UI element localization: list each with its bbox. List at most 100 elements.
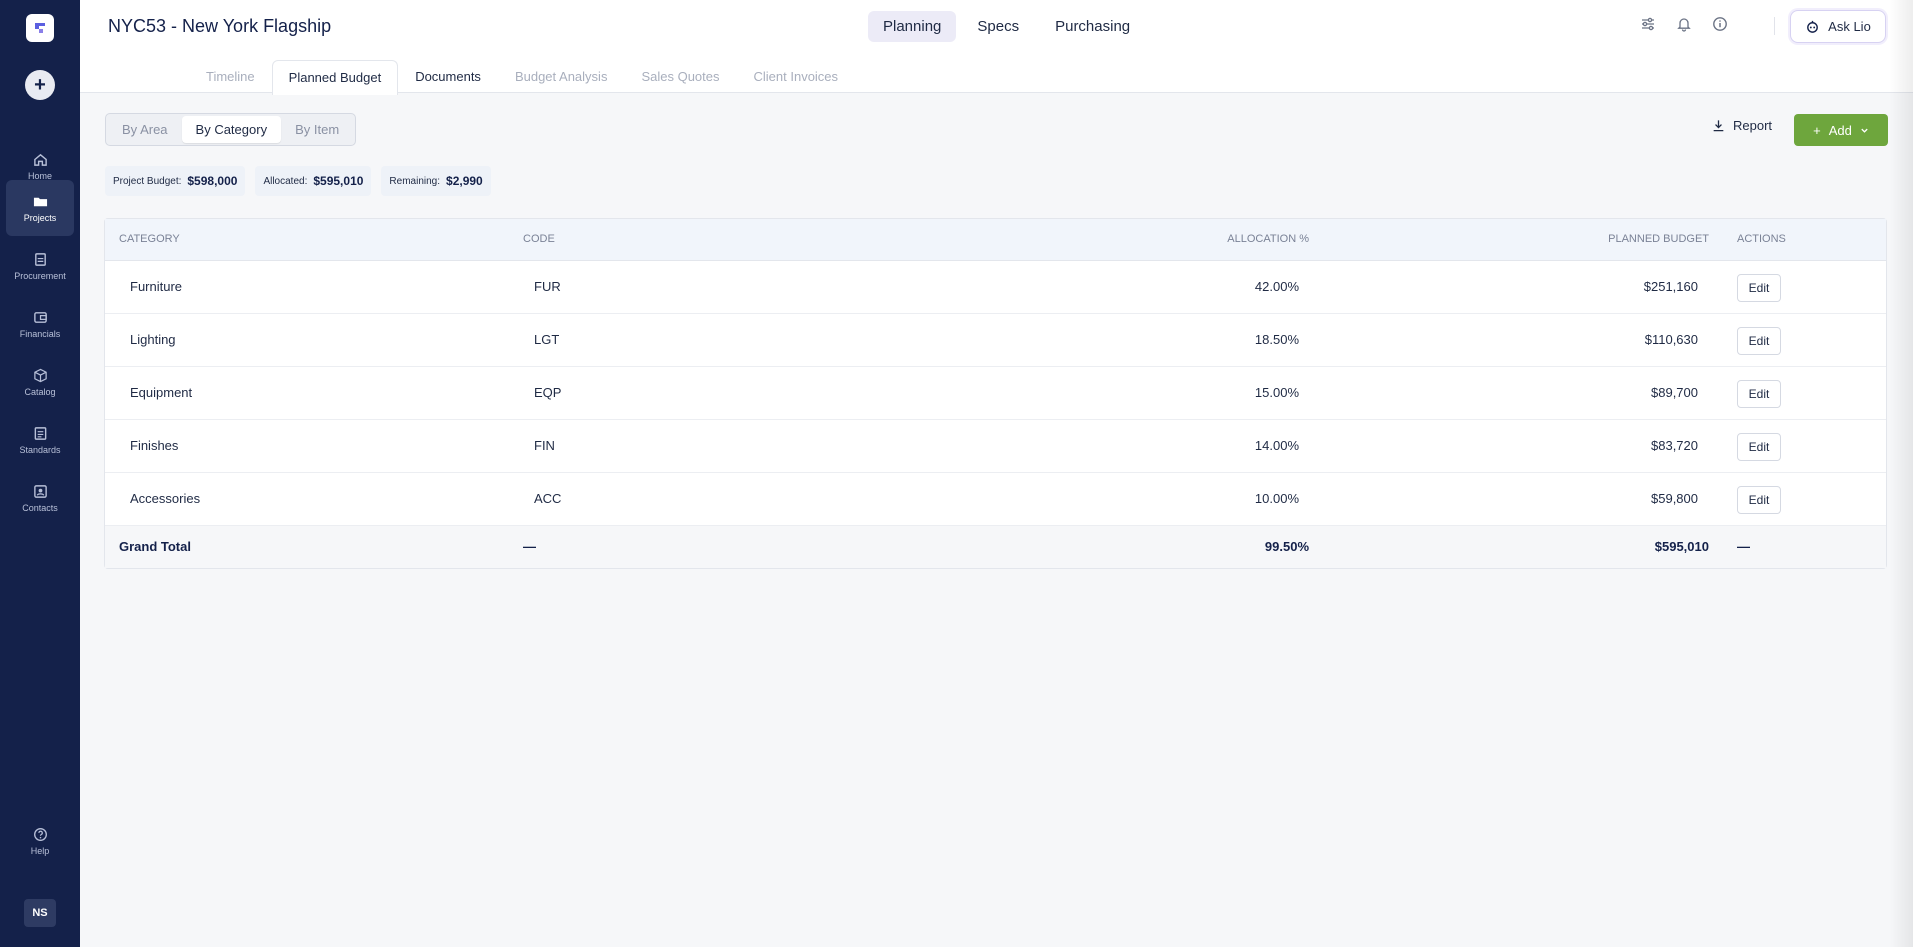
cell-allocation: 10.00% bbox=[1254, 491, 1299, 506]
toggle-by-category[interactable]: By Category bbox=[181, 116, 282, 143]
ask-lio-button[interactable]: Ask Lio bbox=[1790, 10, 1886, 43]
document-icon bbox=[34, 426, 46, 440]
header: NYC53 - New York Flagship Planning Specs… bbox=[80, 0, 1913, 95]
chevron-down-icon bbox=[1861, 128, 1868, 133]
cell-category: Accessories bbox=[130, 491, 201, 506]
sidebar-item-label: Contacts bbox=[22, 502, 58, 513]
plus-icon: + bbox=[1813, 122, 1821, 138]
page-title: NYC53 - New York Flagship bbox=[108, 16, 332, 36]
cell-category: Lighting bbox=[130, 332, 176, 347]
column-header-category[interactable]: CATEGORY bbox=[119, 233, 180, 245]
cell-code: FUR bbox=[534, 279, 561, 294]
cell-code: ACC bbox=[534, 491, 562, 506]
column-header-planned-budget[interactable]: PLANNED BUDGET bbox=[1608, 233, 1709, 245]
edit-button[interactable]: Edit bbox=[1737, 380, 1781, 408]
column-header-allocation[interactable]: ALLOCATION % bbox=[1227, 233, 1309, 245]
stat-value: $2,990 bbox=[446, 174, 483, 188]
report-label: Report bbox=[1733, 118, 1773, 133]
edge-shadow bbox=[1889, 0, 1913, 947]
stat-allocated: Allocated: $595,010 bbox=[255, 166, 372, 196]
sidebar-item-catalog[interactable]: Catalog bbox=[6, 354, 74, 410]
procurement-icon bbox=[34, 252, 46, 266]
table-row: Finishes FIN 14.00% $83,720 Edit bbox=[105, 420, 1886, 473]
cell-planned-budget: $110,630 bbox=[1644, 332, 1698, 347]
sidebar-item-label: Financials bbox=[19, 328, 61, 339]
stat-remaining: Remaining: $2,990 bbox=[381, 166, 491, 196]
folder-icon bbox=[33, 197, 47, 206]
table-row: Accessories ACC 10.00% $59,800 Edit bbox=[105, 473, 1886, 526]
wallet-icon bbox=[33, 311, 47, 323]
avatar[interactable]: NS bbox=[24, 899, 56, 927]
total-code: — bbox=[523, 539, 536, 554]
stat-value: $598,000 bbox=[187, 174, 238, 188]
app-logo[interactable] bbox=[26, 14, 54, 42]
create-button[interactable]: + bbox=[25, 70, 55, 100]
tab-timeline[interactable]: Timeline bbox=[189, 59, 272, 94]
table-header: CATEGORY CODE ALLOCATION % PLANNED BUDGE… bbox=[105, 219, 1886, 261]
sidebar-item-label: Catalog bbox=[24, 386, 56, 397]
sub-tabs: Timeline Planned Budget Documents Budget… bbox=[189, 59, 856, 95]
info-icon[interactable] bbox=[1712, 16, 1728, 32]
tab-planned-budget[interactable]: Planned Budget bbox=[271, 60, 399, 95]
column-header-actions: ACTIONS bbox=[1737, 233, 1786, 245]
help-icon bbox=[33, 827, 47, 841]
tab-specs[interactable]: Specs bbox=[962, 11, 1034, 42]
tab-documents[interactable]: Documents bbox=[398, 59, 498, 94]
sidebar-item-financials[interactable]: Financials bbox=[6, 296, 74, 352]
sidebar-item-procurement[interactable]: Procurement bbox=[6, 238, 74, 294]
tab-purchasing[interactable]: Purchasing bbox=[1040, 11, 1145, 42]
edit-button[interactable]: Edit bbox=[1737, 327, 1781, 355]
sidebar-item-label: Standards bbox=[19, 444, 61, 455]
table-row: Equipment EQP 15.00% $89,700 Edit bbox=[105, 367, 1886, 420]
tab-sales-quotes[interactable]: Sales Quotes bbox=[624, 59, 736, 94]
cell-code: LGT bbox=[534, 332, 560, 347]
cell-allocation: 42.00% bbox=[1254, 279, 1299, 294]
cell-allocation: 18.50% bbox=[1254, 332, 1299, 347]
stat-project-budget: Project Budget: $598,000 bbox=[105, 166, 246, 196]
total-label: Grand Total bbox=[119, 539, 191, 554]
cell-planned-budget: $251,160 bbox=[1643, 279, 1698, 294]
tab-budget-analysis[interactable]: Budget Analysis bbox=[498, 59, 625, 94]
cell-category: Equipment bbox=[130, 385, 193, 400]
cell-code: FIN bbox=[534, 438, 555, 453]
sidebar-item-label: Home bbox=[27, 170, 52, 181]
sidebar-item-label: Help bbox=[30, 845, 50, 856]
total-action: — bbox=[1737, 539, 1750, 554]
total-allocation: 99.50% bbox=[1264, 539, 1309, 554]
ask-lio-label: Ask Lio bbox=[1828, 19, 1871, 34]
cell-category: Furniture bbox=[130, 279, 183, 294]
table-row: Lighting LGT 18.50% $110,630 Edit bbox=[105, 314, 1886, 367]
grand-total-row: Grand Total — 99.50% $595,010 — bbox=[105, 526, 1886, 568]
sidebar-item-help[interactable]: Help bbox=[6, 813, 74, 869]
budget-table: CATEGORY CODE ALLOCATION % PLANNED BUDGE… bbox=[104, 218, 1887, 569]
report-button[interactable]: Report bbox=[1712, 118, 1772, 133]
toggle-by-item[interactable]: By Item bbox=[281, 116, 353, 143]
bot-icon bbox=[1807, 20, 1819, 33]
stat-label: Project Budget: bbox=[113, 175, 182, 187]
download-icon bbox=[1713, 120, 1724, 132]
tab-client-invoices[interactable]: Client Invoices bbox=[737, 59, 856, 94]
sliders-icon[interactable] bbox=[1640, 16, 1656, 32]
home-icon bbox=[33, 153, 47, 166]
add-button[interactable]: + Add bbox=[1794, 114, 1888, 146]
sidebar-item-contacts[interactable]: Contacts bbox=[6, 470, 74, 526]
cell-allocation: 15.00% bbox=[1254, 385, 1299, 400]
cell-planned-budget: $89,700 bbox=[1651, 385, 1698, 400]
cell-planned-budget: $59,800 bbox=[1651, 491, 1698, 506]
edit-button[interactable]: Edit bbox=[1737, 433, 1781, 461]
edit-button[interactable]: Edit bbox=[1737, 486, 1781, 514]
total-planned-budget: $595,010 bbox=[1654, 539, 1709, 554]
sidebar-item-projects[interactable]: Projects bbox=[6, 180, 74, 236]
budget-stats: Project Budget: $598,000 Allocated: $595… bbox=[105, 166, 491, 196]
edit-button[interactable]: Edit bbox=[1737, 274, 1781, 302]
sidebar-item-label: Projects bbox=[23, 212, 57, 223]
tab-planning[interactable]: Planning bbox=[868, 11, 957, 42]
add-label: Add bbox=[1828, 122, 1852, 138]
stat-value: $595,010 bbox=[313, 174, 364, 188]
column-header-code[interactable]: CODE bbox=[523, 233, 555, 245]
toggle-by-area[interactable]: By Area bbox=[108, 116, 182, 143]
cell-allocation: 14.00% bbox=[1254, 438, 1299, 453]
box-icon bbox=[33, 368, 47, 382]
sidebar-item-standards[interactable]: Standards bbox=[6, 412, 74, 468]
bell-icon[interactable] bbox=[1676, 16, 1692, 32]
